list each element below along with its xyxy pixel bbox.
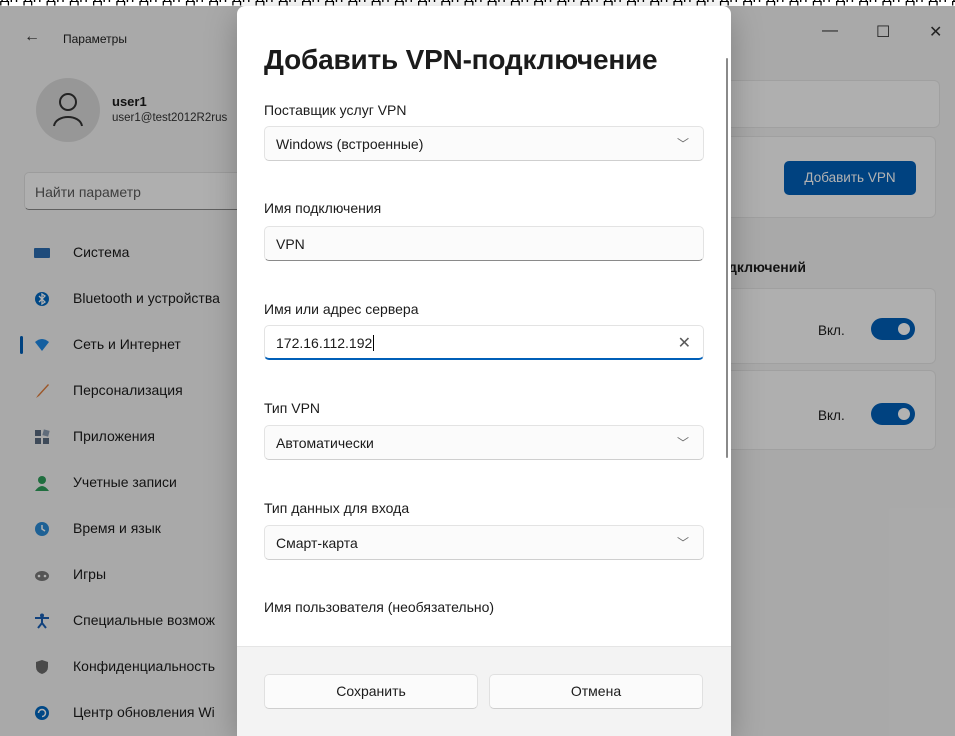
- username-label: Имя пользователя (необязательно): [264, 599, 495, 615]
- provider-dropdown[interactable]: Windows (встроенные) ﹀: [264, 126, 704, 161]
- provider-label: Поставщик услуг VPN: [264, 102, 407, 118]
- text-caret: [373, 335, 375, 351]
- chevron-down-icon: ﹀: [676, 536, 689, 550]
- connection-name-value: VPN: [276, 236, 305, 252]
- cancel-button[interactable]: Отмена: [489, 674, 703, 709]
- signin-type-label: Тип данных для входа: [264, 500, 410, 516]
- dialog-scrollbar[interactable]: [726, 58, 728, 458]
- signin-type-dropdown[interactable]: Смарт-карта ﹀: [264, 525, 704, 560]
- provider-value: Windows (встроенные): [276, 136, 424, 152]
- chevron-down-icon: ﹀: [676, 436, 689, 450]
- dialog-footer: Сохранить Отмена: [237, 646, 731, 736]
- clear-icon[interactable]: ✕: [678, 333, 691, 353]
- signin-type-value: Смарт-карта: [276, 535, 358, 551]
- server-address-value: 172.16.112.192: [276, 335, 373, 351]
- vpn-type-dropdown[interactable]: Автоматически ﹀: [264, 425, 704, 460]
- server-address-field-text: 172.16.112.192: [276, 335, 375, 351]
- dialog-title: Добавить VPN-подключение: [264, 44, 658, 75]
- vpn-type-label: Тип VPN: [264, 400, 321, 416]
- vpn-type-value: Автоматически: [276, 435, 374, 451]
- connection-name-input[interactable]: VPN: [264, 226, 704, 261]
- chevron-down-icon: ﹀: [676, 137, 689, 151]
- server-address-label: Имя или адрес сервера: [264, 301, 419, 317]
- add-vpn-dialog: Добавить VPN-подключение Поставщик услуг…: [237, 6, 731, 736]
- server-address-input[interactable]: 172.16.112.192 ✕: [264, 325, 704, 360]
- connection-name-label: Имя подключения: [264, 200, 382, 216]
- save-button[interactable]: Сохранить: [264, 674, 478, 709]
